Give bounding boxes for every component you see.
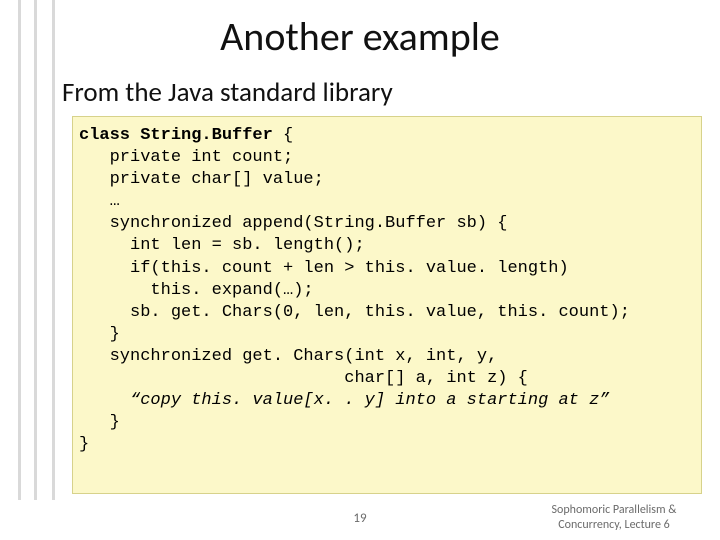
footer-text: Sophomoric Parallelism & Concurrency, Le… <box>524 503 704 532</box>
code-line-4: … <box>79 192 120 211</box>
code-block: class String.Buffer { private int count;… <box>72 116 702 494</box>
bar-2 <box>34 0 37 500</box>
code-class-name: String.Buffer <box>130 126 283 145</box>
code-line-6: int len = sb. length(); <box>79 236 365 255</box>
code-line-14: } <box>79 413 120 432</box>
code-line-10: } <box>79 325 120 344</box>
code-line-9: sb. get. Chars(0, len, this. value, this… <box>79 303 630 322</box>
footer-line-2: Concurrency, Lecture 6 <box>558 518 669 532</box>
code-line-3: private char[] value; <box>79 170 324 189</box>
code-line-13: “copy this. value[x. . y] into a startin… <box>79 391 610 410</box>
code-line-1c: { <box>283 126 293 145</box>
code-keyword-class: class <box>79 126 130 145</box>
code-line-5: synchronized append(String.Buffer sb) { <box>79 214 507 233</box>
code-line-15: } <box>79 435 89 454</box>
footer-line-1: Sophomoric Parallelism & <box>552 503 677 517</box>
code-line-8: this. expand(…); <box>79 281 314 300</box>
code-line-12: char[] a, int z) { <box>79 369 528 388</box>
bar-3 <box>52 0 55 500</box>
code-line-11: synchronized get. Chars(int x, int, y, <box>79 347 497 366</box>
slide-title: Another example <box>0 12 720 61</box>
slide: Another example From the Java standard l… <box>0 0 720 540</box>
bar-1 <box>18 0 21 500</box>
code-line-7: if(this. count + len > this. value. leng… <box>79 259 569 278</box>
decorative-left-bars <box>18 0 56 500</box>
slide-subtitle: From the Java standard library <box>62 76 393 109</box>
code-line-2: private int count; <box>79 148 293 167</box>
